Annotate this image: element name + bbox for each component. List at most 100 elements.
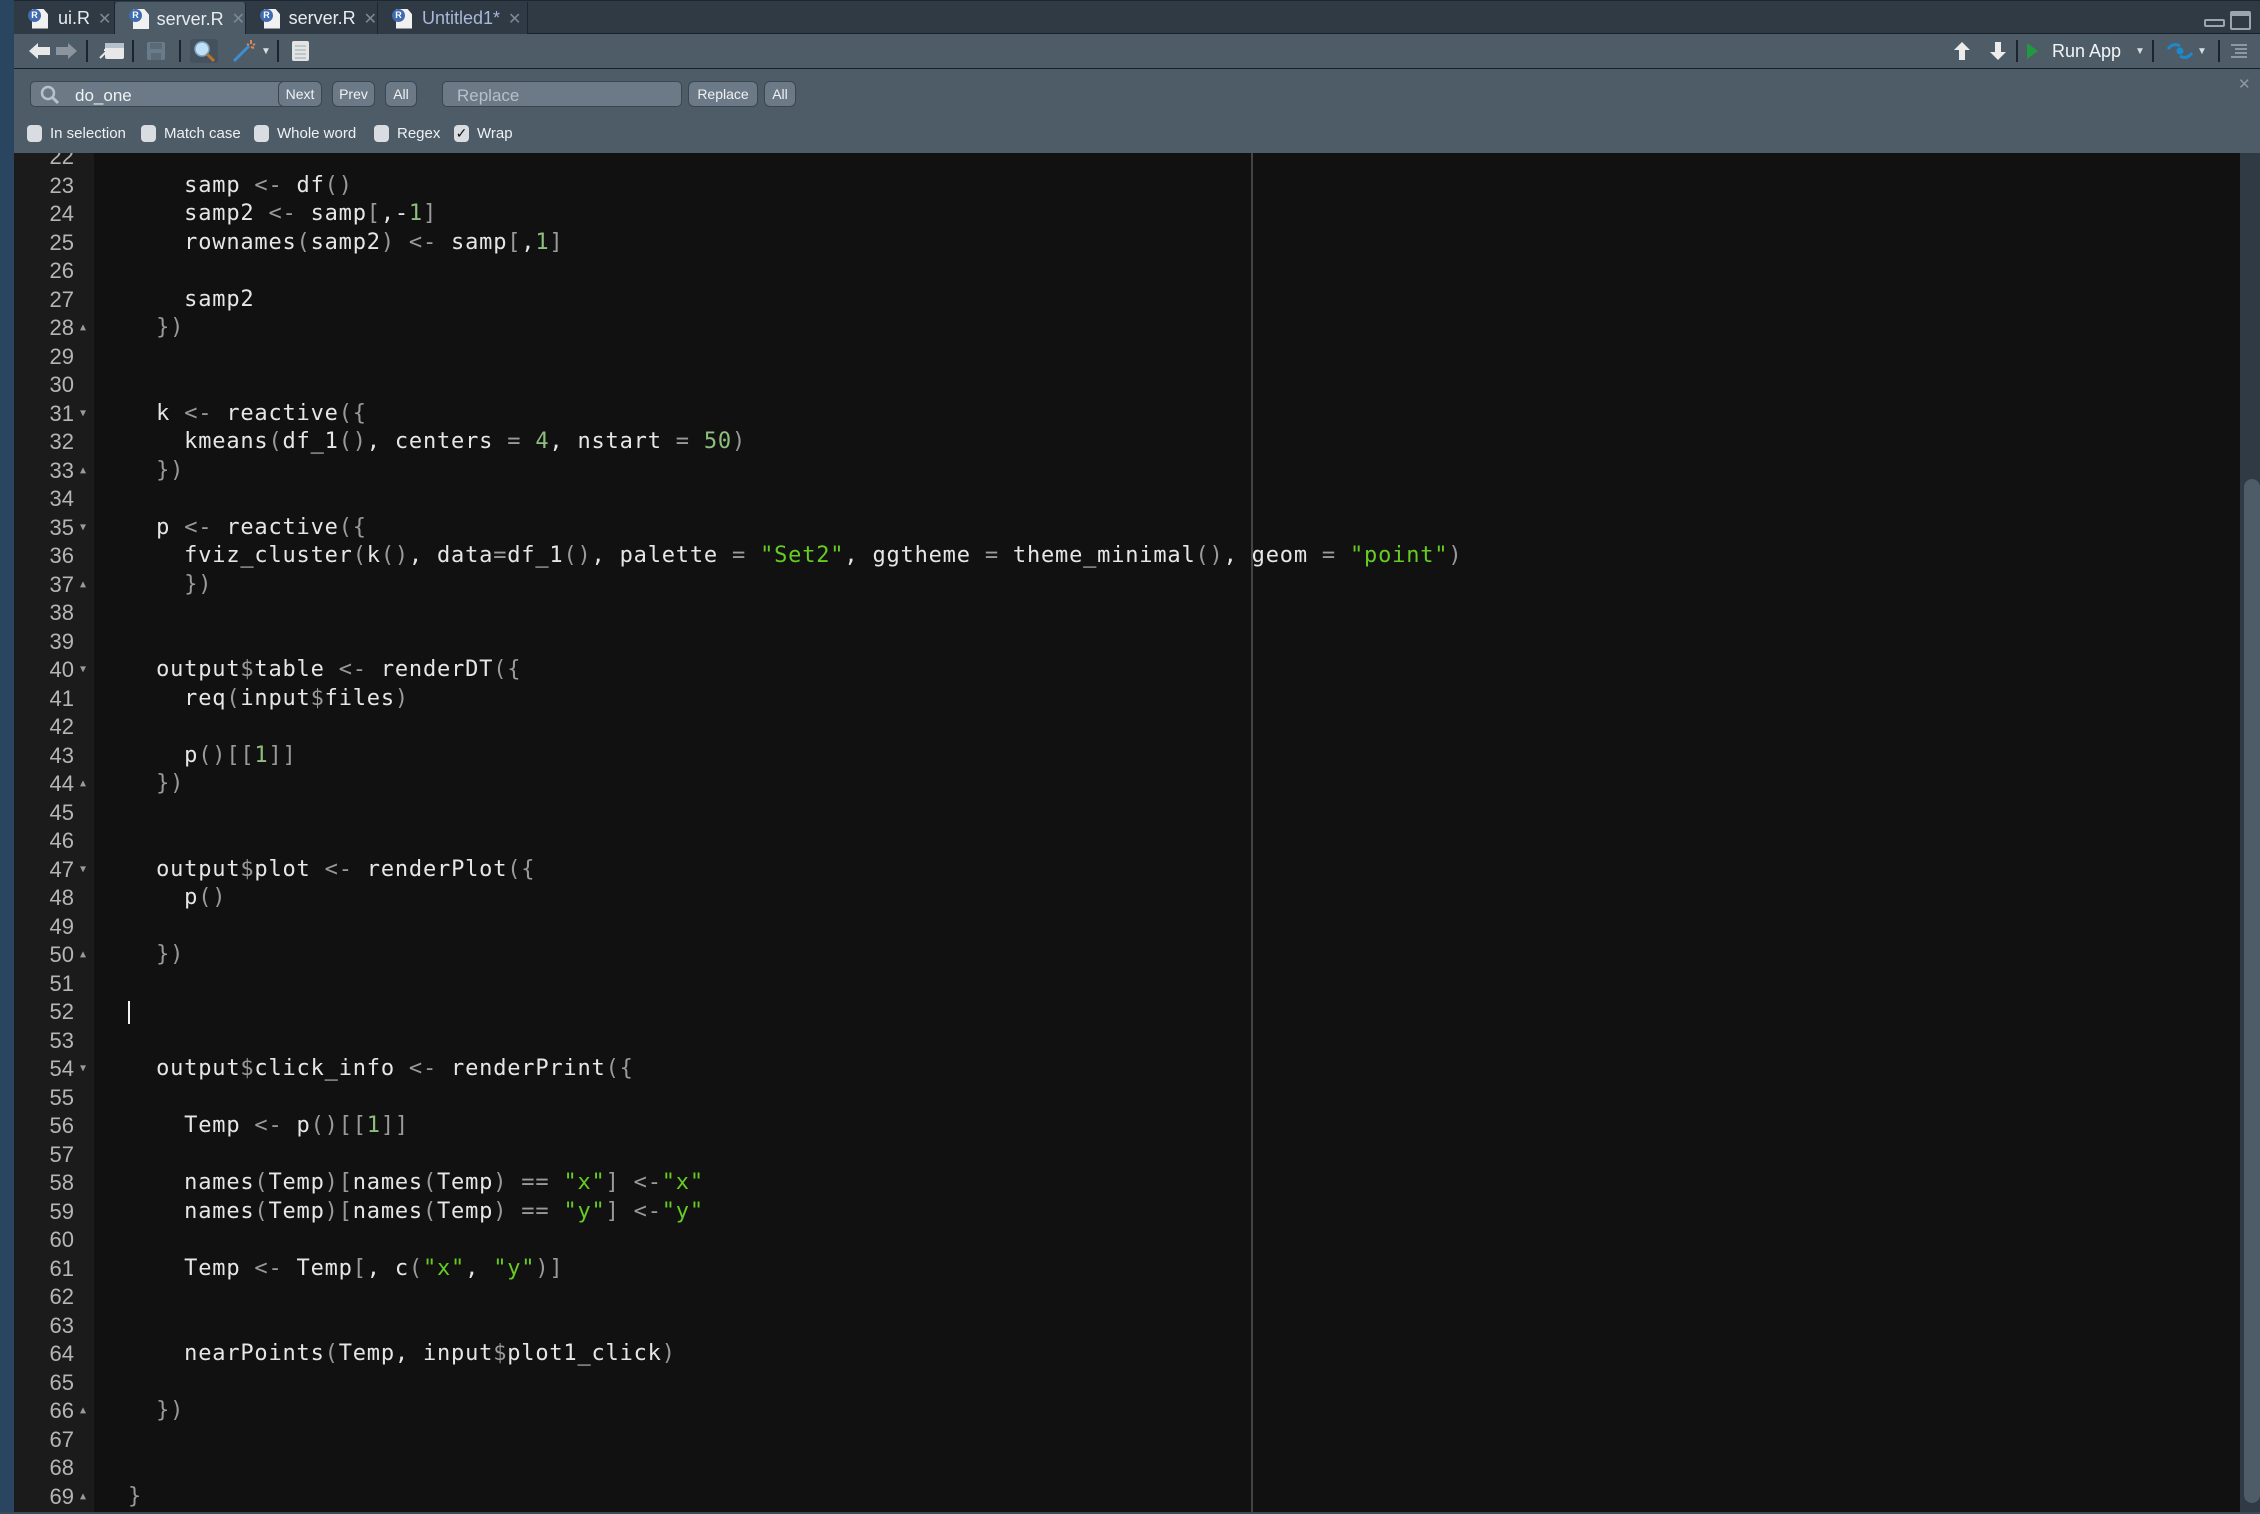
- close-tab-icon[interactable]: ✕: [508, 9, 521, 29]
- code-line[interactable]: 45: [14, 799, 2240, 828]
- code-line[interactable]: 43 p()[[1]]: [14, 742, 2240, 771]
- code-line[interactable]: 40 ▼ output$table <- renderDT({: [14, 656, 2240, 685]
- code-line[interactable]: 25 rownames(samp2) <- samp[,1]: [14, 229, 2240, 258]
- code-line[interactable]: 50 ▲ }): [14, 941, 2240, 970]
- find-input[interactable]: [30, 81, 286, 107]
- code-line[interactable]: 68: [14, 1454, 2240, 1483]
- replace-all-button[interactable]: All: [764, 81, 796, 107]
- checkbox-box-checked[interactable]: ✓: [454, 125, 469, 142]
- fold-open-icon[interactable]: ▼: [80, 1055, 86, 1084]
- code-line[interactable]: 56 Temp <- p()[[1]]: [14, 1112, 2240, 1141]
- find-next-button[interactable]: Next: [278, 81, 322, 107]
- fold-end-icon[interactable]: ▲: [80, 571, 86, 600]
- code-line[interactable]: 35 ▼ p <- reactive({: [14, 514, 2240, 543]
- compile-report-button[interactable]: [288, 39, 312, 63]
- fold-end-icon[interactable]: ▲: [80, 314, 86, 343]
- checkbox-box[interactable]: [27, 125, 42, 142]
- code-editor[interactable]: 22 23 samp <- df() 24 samp2 <- samp[,-1] 25…: [14, 153, 2240, 1512]
- code-line[interactable]: 37 ▲ }): [14, 571, 2240, 600]
- go-to-next-section-button[interactable]: [1986, 39, 2010, 63]
- maximize-pane-button[interactable]: [2230, 11, 2252, 36]
- go-to-previous-section-button[interactable]: [1950, 39, 1974, 63]
- run-app-options-dropdown[interactable]: ▼: [2132, 39, 2148, 63]
- code-line[interactable]: 36 fviz_cluster(k(), data=df_1(), palett…: [14, 542, 2240, 571]
- code-line[interactable]: 30: [14, 371, 2240, 400]
- close-find-panel-icon[interactable]: ✕: [2238, 75, 2251, 93]
- code-line[interactable]: 41 req(input$files): [14, 685, 2240, 714]
- document-outline-button[interactable]: [2228, 39, 2250, 63]
- code-line[interactable]: 62: [14, 1283, 2240, 1312]
- find-prev-button[interactable]: Prev: [332, 81, 375, 107]
- fold-open-icon[interactable]: ▼: [80, 514, 86, 543]
- code-line[interactable]: 46: [14, 827, 2240, 856]
- code-line[interactable]: 61 Temp <- Temp[, c("x", "y")]: [14, 1255, 2240, 1284]
- replace-button[interactable]: Replace: [688, 81, 758, 107]
- code-line[interactable]: 38: [14, 599, 2240, 628]
- publish-button[interactable]: ▼: [2162, 39, 2212, 63]
- code-line[interactable]: 51: [14, 970, 2240, 999]
- fold-end-icon[interactable]: ▲: [80, 941, 86, 970]
- code-line[interactable]: 39: [14, 628, 2240, 657]
- code-line[interactable]: 27 samp2: [14, 286, 2240, 315]
- code-line[interactable]: 59 names(Temp)[names(Temp) == "y"] <-"y": [14, 1198, 2240, 1227]
- tab-server-r-active[interactable]: R server.R ✕: [115, 2, 246, 36]
- code-line[interactable]: 24 samp2 <- samp[,-1]: [14, 200, 2240, 229]
- code-line[interactable]: 69 ▲}: [14, 1483, 2240, 1512]
- code-line[interactable]: 64 nearPoints(Temp, input$plot1_click): [14, 1340, 2240, 1369]
- code-line[interactable]: 58 names(Temp)[names(Temp) == "x"] <-"x": [14, 1169, 2240, 1198]
- close-tab-icon[interactable]: ✕: [98, 9, 111, 29]
- fold-open-icon[interactable]: ▼: [80, 656, 86, 685]
- code-line[interactable]: 65: [14, 1369, 2240, 1398]
- code-line[interactable]: 67: [14, 1426, 2240, 1455]
- code-line[interactable]: 52: [14, 998, 2240, 1027]
- fold-end-icon[interactable]: ▲: [80, 457, 86, 486]
- save-button[interactable]: [144, 39, 168, 63]
- code-line[interactable]: 22: [14, 153, 2240, 172]
- code-line[interactable]: 34: [14, 485, 2240, 514]
- checkbox-box[interactable]: [141, 125, 156, 142]
- code-line[interactable]: 33 ▲ }): [14, 457, 2240, 486]
- code-line[interactable]: 28 ▲ }): [14, 314, 2240, 343]
- replace-input[interactable]: [442, 81, 682, 107]
- fold-open-icon[interactable]: ▼: [80, 400, 86, 429]
- code-line[interactable]: 60: [14, 1226, 2240, 1255]
- code-line[interactable]: 49: [14, 913, 2240, 942]
- fold-open-icon[interactable]: ▼: [80, 856, 86, 885]
- tab-untitled1[interactable]: R Untitled1* ✕: [378, 2, 528, 35]
- code-line[interactable]: 42: [14, 713, 2240, 742]
- code-line[interactable]: 31 ▼ k <- reactive({: [14, 400, 2240, 429]
- find-replace-button[interactable]: [190, 39, 218, 63]
- code-line[interactable]: 63: [14, 1312, 2240, 1341]
- back-button[interactable]: [28, 39, 52, 63]
- code-line[interactable]: 53: [14, 1027, 2240, 1056]
- match-case-checkbox[interactable]: Match case: [141, 125, 241, 142]
- code-line[interactable]: 54 ▼ output$click_info <- renderPrint({: [14, 1055, 2240, 1084]
- code-line[interactable]: 55: [14, 1084, 2240, 1113]
- forward-button[interactable]: [54, 39, 78, 63]
- code-tools-button[interactable]: ▼: [228, 39, 274, 63]
- fold-end-icon[interactable]: ▲: [80, 770, 86, 799]
- code-line[interactable]: 57: [14, 1141, 2240, 1170]
- code-line[interactable]: 44 ▲ }): [14, 770, 2240, 799]
- regex-checkbox[interactable]: Regex: [374, 125, 440, 142]
- in-selection-checkbox[interactable]: In selection: [27, 125, 126, 142]
- editor-vertical-scrollbar[interactable]: [2240, 153, 2260, 1512]
- fold-end-icon[interactable]: ▲: [80, 1483, 86, 1512]
- code-line[interactable]: 47 ▼ output$plot <- renderPlot({: [14, 856, 2240, 885]
- code-line[interactable]: 29: [14, 343, 2240, 372]
- checkbox-box[interactable]: [374, 125, 389, 142]
- code-line[interactable]: 66 ▲ }): [14, 1397, 2240, 1426]
- find-all-button[interactable]: All: [385, 81, 417, 107]
- minimize-pane-button[interactable]: [2204, 13, 2226, 32]
- code-line[interactable]: 48 p(): [14, 884, 2240, 913]
- tab-ui-r[interactable]: R ui.R ✕: [14, 2, 115, 35]
- show-in-new-window-button[interactable]: [98, 39, 126, 63]
- whole-word-checkbox[interactable]: Whole word: [254, 125, 356, 142]
- close-tab-icon[interactable]: ✕: [364, 9, 377, 29]
- checkbox-box[interactable]: [254, 125, 269, 142]
- scrollbar-thumb[interactable]: [2244, 479, 2260, 1503]
- fold-end-icon[interactable]: ▲: [80, 1397, 86, 1426]
- code-line[interactable]: 32 kmeans(df_1(), centers = 4, nstart = …: [14, 428, 2240, 457]
- wrap-checkbox[interactable]: ✓ Wrap: [454, 125, 513, 142]
- close-tab-icon[interactable]: ✕: [232, 9, 245, 29]
